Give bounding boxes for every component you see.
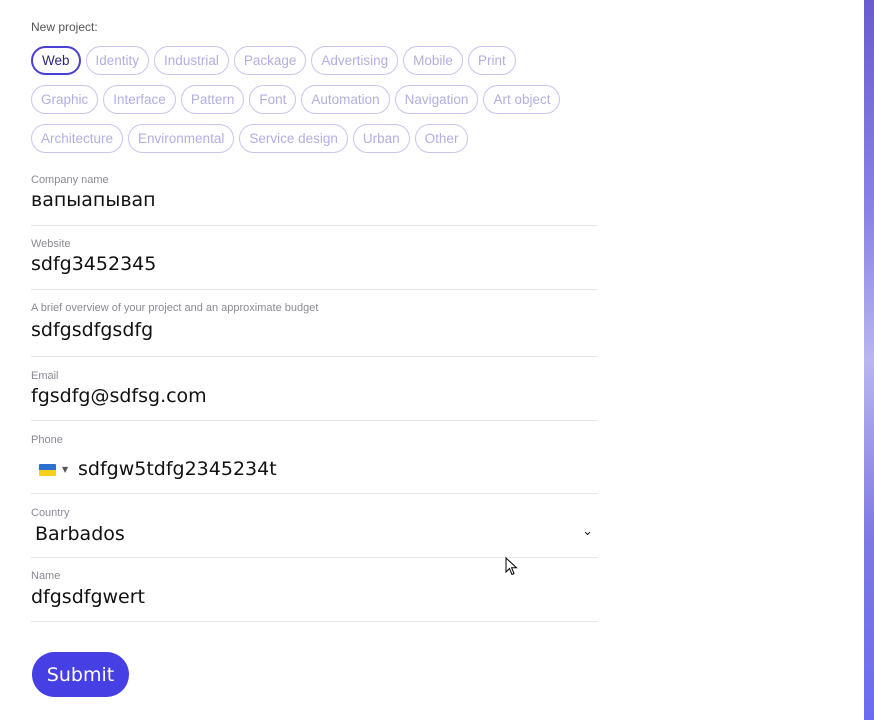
email-value[interactable]: fgsdfg@sdfsg.com [31, 385, 207, 407]
chip-pattern[interactable]: Pattern [180, 85, 245, 114]
chip-industrial[interactable]: Industrial [154, 46, 229, 75]
chip-automation[interactable]: Automation [301, 85, 390, 114]
chip-row: Architecture Environmental Service design U… [31, 124, 597, 154]
chip-art-object[interactable]: Art object [483, 85, 561, 114]
chip-print[interactable]: Print [467, 46, 516, 75]
chip-interface[interactable]: Interface [103, 85, 176, 114]
section-label: New project: [31, 20, 98, 34]
chip-mobile[interactable]: Mobile [403, 46, 463, 75]
project-type-chips: Web Identity Industrial Package Advertising M… [31, 46, 597, 163]
company-name-value[interactable]: вапыапывап [31, 189, 156, 211]
country-select[interactable]: Country Barbados ⌄ [31, 505, 597, 558]
name-value[interactable]: dfgsdfgwert [31, 586, 145, 608]
company-name-label: Company name [31, 174, 109, 186]
chevron-down-icon[interactable]: ⌄ [582, 524, 593, 539]
chip-row: Web Identity Industrial Package Advertising M… [31, 46, 597, 76]
chip-row: Graphic Interface Pattern Font Automation Nav… [31, 85, 597, 115]
chip-web[interactable]: Web [31, 46, 81, 75]
email-label: Email [31, 370, 59, 382]
website-value[interactable]: sdfg3452345 [31, 253, 156, 275]
country-value[interactable]: Barbados [35, 523, 125, 545]
country-label: Country [31, 507, 70, 519]
caret-down-icon[interactable]: ▼ [62, 465, 68, 474]
name-label: Name [31, 570, 61, 582]
chip-advertising[interactable]: Advertising [311, 46, 399, 75]
overview-field[interactable]: A brief overview of your project and an … [31, 300, 597, 357]
submit-button[interactable]: Submit [32, 652, 129, 697]
chip-font[interactable]: Font [249, 85, 297, 114]
chip-architecture[interactable]: Architecture [31, 124, 124, 153]
company-name-field[interactable]: Company name вапыапывап [31, 172, 597, 226]
phone-field[interactable]: Phone ▼ sdfgw5tdfg2345234t [31, 432, 597, 494]
chip-urban[interactable]: Urban [352, 124, 410, 153]
website-field[interactable]: Website sdfg3452345 [31, 236, 597, 290]
overview-value[interactable]: sdfgsdfgsdfg [31, 319, 153, 341]
chip-graphic[interactable]: Graphic [31, 85, 99, 114]
background-gradient-strip [864, 0, 874, 720]
chip-navigation[interactable]: Navigation [394, 85, 479, 114]
email-field[interactable]: Email fgsdfg@sdfsg.com [31, 368, 597, 421]
chip-identity[interactable]: Identity [85, 46, 150, 75]
chip-service-design[interactable]: Service design [239, 124, 348, 153]
ukraine-flag-icon[interactable] [39, 464, 56, 476]
chip-package[interactable]: Package [233, 46, 307, 75]
overview-label: A brief overview of your project and an … [31, 302, 319, 314]
website-label: Website [31, 238, 71, 250]
phone-value[interactable]: sdfgw5tdfg2345234t [78, 458, 277, 480]
chip-environmental[interactable]: Environmental [128, 124, 235, 153]
chip-other[interactable]: Other [414, 124, 469, 153]
mouse-cursor-icon [505, 557, 518, 576]
phone-label: Phone [31, 434, 63, 446]
